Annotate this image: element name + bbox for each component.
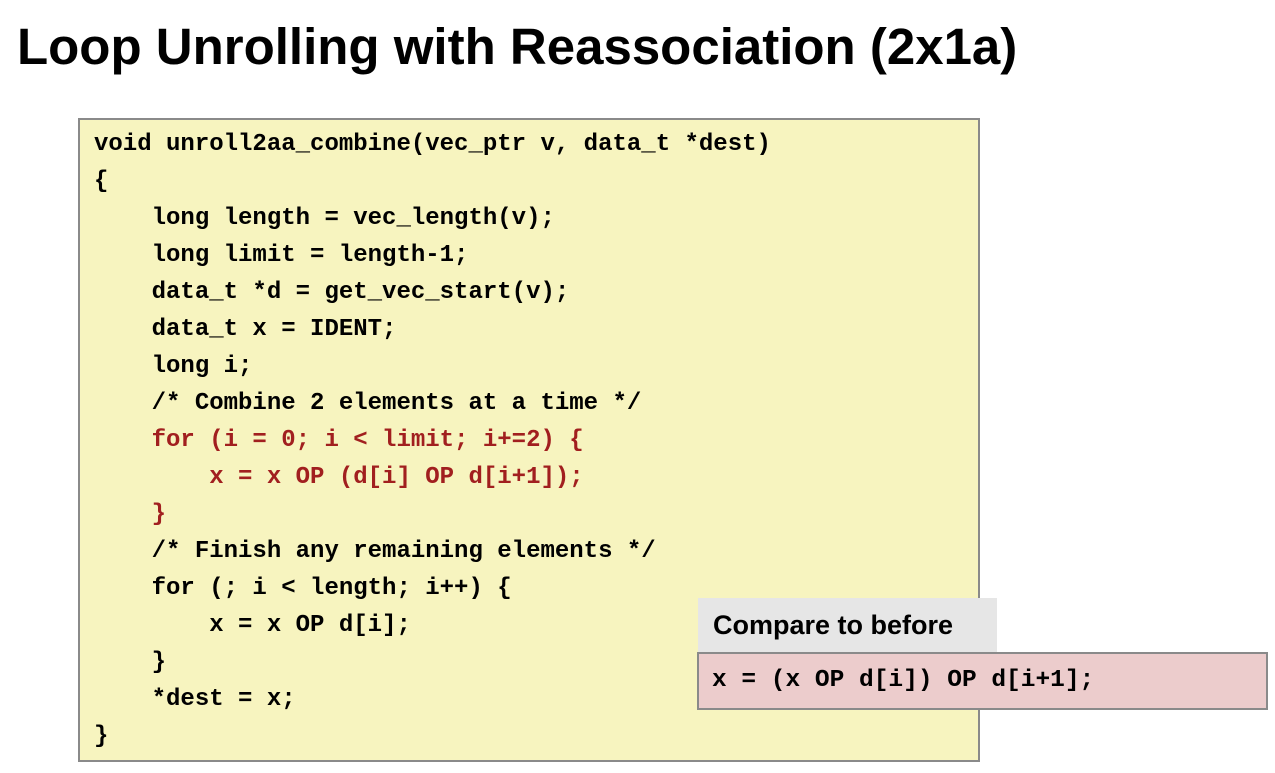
code-line-finish-comment: /* Finish any remaining elements */: [94, 538, 656, 565]
code-line-remaining-combine: x = x OP d[i];: [94, 612, 411, 639]
compare-label: Compare to before: [698, 598, 997, 652]
compare-code-line: x = (x OP d[i]) OP d[i+1];: [712, 667, 1095, 694]
code-line-combine-comment: /* Combine 2 elements at a time */: [94, 390, 642, 417]
code-line-d-decl: data_t *d = get_vec_start(v);: [94, 279, 570, 306]
code-line-x-decl: data_t x = IDENT;: [94, 316, 397, 343]
code-line-dest-assign: *dest = x;: [94, 686, 296, 713]
code-line-open-brace: {: [94, 168, 109, 195]
code-line-reassociated-combine: x = x OP (d[i] OP d[i+1]);: [94, 464, 584, 491]
code-line-remaining-for-close: }: [94, 649, 167, 676]
code-line-unrolled-for: for (i = 0; i < limit; i+=2) {: [94, 427, 584, 454]
slide-title: Loop Unrolling with Reassociation (2x1a): [17, 18, 1018, 75]
code-line-unrolled-for-close: }: [94, 501, 167, 528]
code-line-remaining-for: for (; i < length; i++) {: [94, 575, 512, 602]
code-line-limit-decl: long limit = length-1;: [94, 242, 469, 269]
code-line-length-decl: long length = vec_length(v);: [94, 205, 555, 232]
code-line-i-decl: long i;: [94, 353, 253, 380]
compare-code-block: x = (x OP d[i]) OP d[i+1];: [697, 652, 1268, 710]
code-line-function-signature: void unroll2aa_combine(vec_ptr v, data_t…: [94, 131, 771, 158]
code-line-close-brace: }: [94, 723, 109, 750]
